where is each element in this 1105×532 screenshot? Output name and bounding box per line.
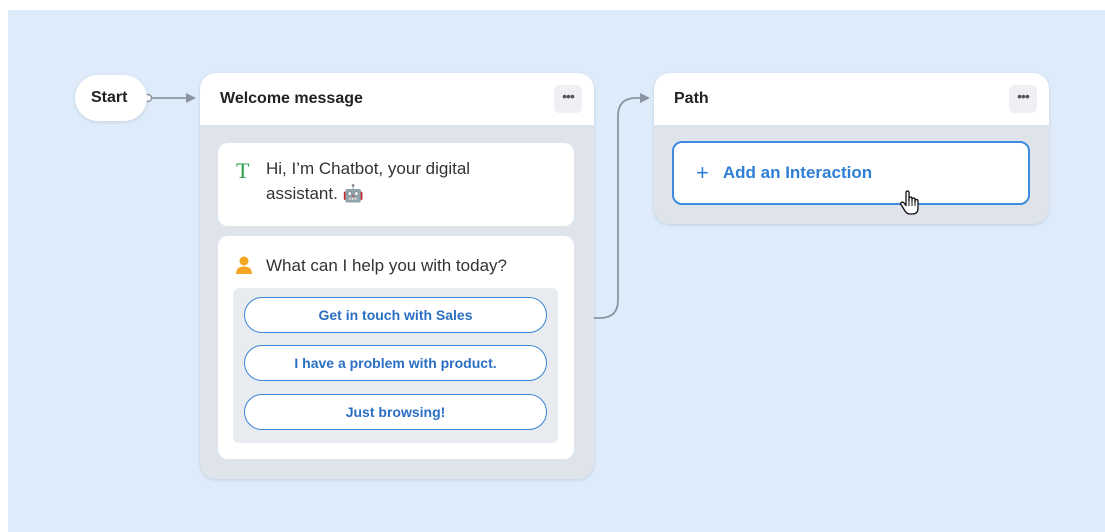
welcome-card-title: Welcome message [220,90,363,107]
text-icon: T [236,158,250,183]
question-row: What can I help you with today? [236,256,507,276]
plus-icon: + [696,160,709,185]
start-label: Start [91,89,128,106]
question-text: What can I help you with today? [266,256,507,275]
add-interaction-button[interactable]: + Add an Interaction [672,141,1030,205]
question-message[interactable]: What can I help you with today? Get in t… [218,236,574,459]
text-message[interactable]: T Hi, I’m Chatbot, your digital assistan… [218,143,574,226]
choice-button-sales[interactable]: Get in touch with Sales [244,297,547,333]
choice-button-problem[interactable]: I have a problem with product. [244,345,547,381]
add-interaction-label: Add an Interaction [722,163,873,182]
path-card-title: Path [674,90,709,107]
path-card-header: Path ••• [654,73,1049,125]
more-icon[interactable]: ••• [1009,85,1037,113]
choice-list: Get in touch with Sales I have a problem… [233,288,558,443]
start-node[interactable]: Start [75,75,147,121]
welcome-message-card[interactable]: Welcome message ••• T Hi, I’m Chatbot, y… [200,73,594,479]
welcome-card-header: Welcome message ••• [200,73,594,125]
choice-button-browsing[interactable]: Just browsing! [244,394,547,430]
hand-cursor-icon [900,190,919,215]
text-message-body: Hi, I’m Chatbot, your digital assistant.… [266,159,471,203]
person-icon [236,256,266,276]
more-icon[interactable]: ••• [554,85,582,113]
path-card[interactable]: Path ••• + Add an Interaction [654,73,1049,224]
